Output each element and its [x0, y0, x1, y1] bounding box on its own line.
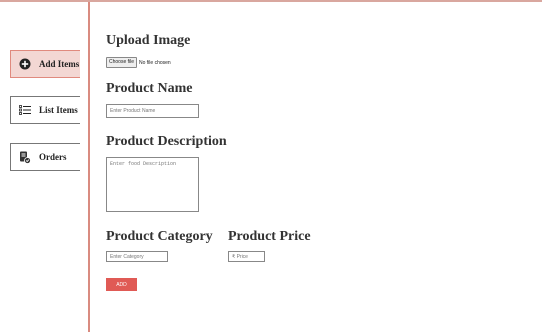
sidebar-item-label: List Items: [39, 105, 78, 115]
upload-image-title: Upload Image: [106, 33, 191, 48]
product-description-input[interactable]: [106, 157, 199, 212]
sidebar-item-label: Orders: [39, 152, 67, 162]
list-icon: [19, 104, 31, 116]
sidebar-item-orders[interactable]: Orders: [10, 143, 80, 171]
file-status: No file chosen: [139, 59, 171, 66]
sidebar-item-add-items[interactable]: Add Items: [10, 50, 80, 78]
file-upload: Choose file No file chosen: [106, 57, 171, 68]
sidebar: Add Items List Items Orders: [0, 2, 90, 332]
product-category-input[interactable]: [106, 251, 168, 262]
add-product-form: Upload Image Choose file No file chosen …: [106, 0, 536, 332]
product-description-title: Product Description: [106, 134, 227, 149]
orders-icon: [19, 151, 31, 164]
add-button[interactable]: ADD: [106, 278, 137, 291]
sidebar-item-label: Add Items: [39, 59, 80, 69]
choose-file-button[interactable]: Choose file: [106, 57, 138, 68]
product-price-input[interactable]: [228, 251, 265, 262]
sidebar-item-list-items[interactable]: List Items: [10, 96, 80, 124]
product-name-input[interactable]: [106, 104, 199, 118]
add-circle-icon: [19, 58, 31, 70]
product-category-title: Product Category: [106, 229, 213, 244]
product-price-title: Product Price: [228, 229, 311, 244]
product-name-title: Product Name: [106, 81, 193, 96]
